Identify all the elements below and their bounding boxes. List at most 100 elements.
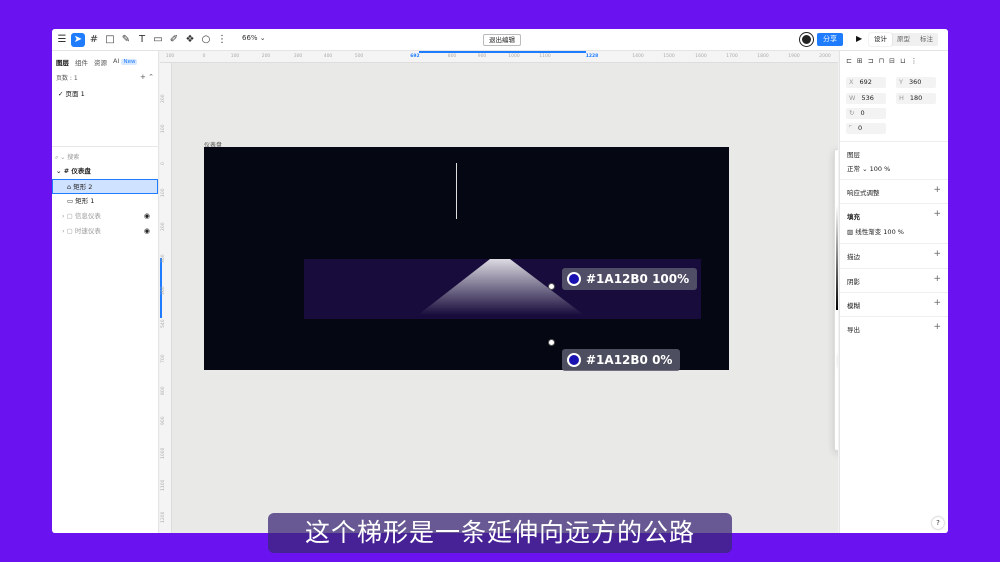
video-subtitle: 这个梯形是一条延伸向远方的公路	[268, 513, 732, 553]
tab-ai[interactable]: AI New	[113, 57, 138, 67]
app-window: ☰ ➤ # □ ✎ T ▭ ✐ ❖ ○ ⋮ 66% ⌄ 退出编辑 分享 ▶ 设计…	[52, 29, 948, 533]
help-icon[interactable]: ?	[932, 517, 944, 529]
align-right-icon[interactable]: ⊐	[868, 57, 874, 65]
ruler-tick-label: 1900	[788, 54, 800, 59]
align-left-icon[interactable]: ⊏	[846, 57, 852, 65]
pen-tool-icon[interactable]: ✎	[119, 33, 133, 47]
gradient-handle-bottom[interactable]	[548, 339, 555, 346]
distribute-icon[interactable]: ⋮	[910, 57, 917, 65]
ruler-tick-label: 540	[161, 319, 166, 328]
responsive-section: 响应式调整	[847, 189, 880, 197]
layer-rect-2[interactable]: ⌂ 矩形 2	[52, 179, 158, 194]
color-dot-icon	[567, 353, 581, 367]
add-stroke-icon[interactable]: +	[933, 249, 941, 259]
top-toolbar: ☰ ➤ # □ ✎ T ▭ ✐ ❖ ○ ⋮ 66% ⌄ 退出编辑 分享 ▶ 设计…	[52, 29, 948, 51]
horizontal-ruler: 100 0 100 200 300 400 500 692 800 900 1000 1100 1228…	[160, 51, 838, 63]
ruler-tick-label: 500	[354, 54, 364, 59]
width-field[interactable]: W 536	[846, 93, 886, 104]
align-top-icon[interactable]: ⊓	[879, 57, 884, 65]
rectangle-2-trapezoid[interactable]	[204, 147, 729, 370]
saturation-value-area[interactable]	[836, 206, 838, 310]
ruler-tick-label: 692	[410, 54, 420, 59]
canvas[interactable]: 100 0 100 200 300 400 500 692 800 900 1000 1100 1228…	[160, 51, 838, 533]
menu-icon[interactable]: ☰	[55, 33, 69, 47]
ruler-tick-label: 400	[323, 54, 333, 59]
exit-edit-button[interactable]: 退出编辑	[483, 34, 521, 46]
rotation-field[interactable]: ↻ 0	[846, 108, 886, 119]
dashboard-frame[interactable]	[204, 147, 729, 370]
select-tool-icon[interactable]: ➤	[71, 33, 85, 47]
fill-row[interactable]: ▨ 线性渐变 100 %	[847, 226, 904, 236]
ruler-tick-label: 100	[161, 188, 166, 197]
text-tool-icon[interactable]: T	[135, 33, 149, 47]
gradient-handle-top[interactable]	[548, 283, 555, 290]
ruler-tick-label: 1100	[539, 54, 551, 59]
pages-header: 页数 : 1 + ⌃	[56, 73, 156, 82]
share-button[interactable]: 分享	[817, 33, 843, 46]
pencil-tool-icon[interactable]: ✐	[167, 33, 181, 47]
gradient-stop-top-label: #1A12B0 100%	[562, 268, 698, 290]
align-bottom-icon[interactable]: ⊔	[900, 57, 905, 65]
layer-search[interactable]: ⌕ ⌄ 搜索	[55, 152, 79, 162]
fill-section-title: 填充	[847, 213, 860, 221]
layer-info-gauge[interactable]: › ▢ 信息仪表 ◉	[52, 209, 158, 224]
tab-annotate[interactable]: 标注	[915, 33, 938, 46]
y-field[interactable]: Y 360	[896, 77, 936, 88]
color-dot-icon	[567, 272, 581, 286]
align-middle-icon[interactable]: ⊟	[889, 57, 895, 65]
corner-radius-field[interactable]: ⌜ 0	[846, 123, 886, 134]
tab-components[interactable]: 组件	[75, 57, 88, 67]
mode-switch: 设计 原型 标注	[869, 33, 938, 46]
color-picker: 颜色 × ✒ 1A 100 % ⇕ 1A + −	[834, 149, 838, 451]
add-blur-icon[interactable]: +	[933, 298, 941, 308]
eye-icon[interactable]: ◉	[144, 209, 150, 224]
ruler-tick-label: 100	[230, 54, 240, 59]
search-icon[interactable]: ○	[199, 33, 213, 47]
tab-prototype[interactable]: 原型	[892, 33, 915, 46]
add-page-icon[interactable]: + ⌃	[140, 73, 154, 81]
gradient-line[interactable]	[456, 163, 457, 219]
ruler-tick-label: 1800	[757, 54, 769, 59]
ruler-tick-label: 1700	[726, 54, 738, 59]
ruler-tick-label: 1600	[695, 54, 707, 59]
zoom-select[interactable]: 66% ⌄	[242, 34, 266, 42]
ruler-tick-label: 200	[161, 94, 166, 103]
add-fill-icon[interactable]: +	[933, 209, 941, 219]
ruler-tick-label: 100	[165, 54, 175, 59]
divider	[840, 292, 948, 293]
page-item[interactable]: ✓ 页面 1	[58, 88, 85, 98]
tab-assets[interactable]: 资源	[94, 57, 107, 67]
frame-tool-icon[interactable]: #	[87, 33, 101, 47]
tab-layers[interactable]: 图层	[56, 57, 69, 67]
divider	[840, 179, 948, 180]
layer-speed-gauge[interactable]: › ▢ 时速仪表 ◉	[52, 224, 158, 239]
avatar[interactable]	[800, 33, 813, 46]
tab-design[interactable]: 设计	[869, 33, 892, 46]
add-export-icon[interactable]: +	[933, 322, 941, 332]
add-shadow-icon[interactable]: +	[933, 274, 941, 284]
height-field[interactable]: H 180	[896, 93, 936, 104]
blend-mode-select[interactable]: 正常 ⌄ 100 %	[847, 163, 890, 173]
layer-rect-1[interactable]: ▭ 矩形 1	[52, 194, 158, 209]
component-tool-icon[interactable]: ❖	[183, 33, 197, 47]
play-icon[interactable]: ▶	[856, 34, 862, 43]
divider	[52, 146, 159, 147]
divider	[840, 203, 948, 204]
align-tools: ⊏ ⊞ ⊐ ⊓ ⊟ ⊔ ⋮	[846, 57, 917, 65]
ruler-tick-label: 360	[161, 286, 166, 295]
stroke-section: 描边	[847, 253, 860, 261]
x-field[interactable]: X 692	[846, 77, 886, 88]
divider	[840, 316, 948, 317]
more-icon[interactable]: ⋮	[215, 33, 229, 47]
vertical-ruler: 200 100 0 100 200 300 360 540 700 800 900 1000 1100 1…	[160, 63, 172, 533]
add-icon[interactable]: +	[933, 185, 941, 195]
comment-tool-icon[interactable]: ▭	[151, 33, 165, 47]
blur-section: 模糊	[847, 302, 860, 310]
rectangle-tool-icon[interactable]: □	[103, 33, 117, 47]
ruler-tick-label: 1400	[632, 54, 644, 59]
eye-icon[interactable]: ◉	[144, 224, 150, 239]
right-panel: ⊏ ⊞ ⊐ ⊓ ⊟ ⊔ ⋮ X 692 Y 360 W 536 H 180 ↻ 0 ⌜ 0 …	[839, 51, 948, 533]
align-center-icon[interactable]: ⊞	[857, 57, 863, 65]
layer-dashboard[interactable]: ⌄ # 仪表盘	[52, 164, 158, 179]
ruler-tick-label: 100	[161, 124, 166, 133]
